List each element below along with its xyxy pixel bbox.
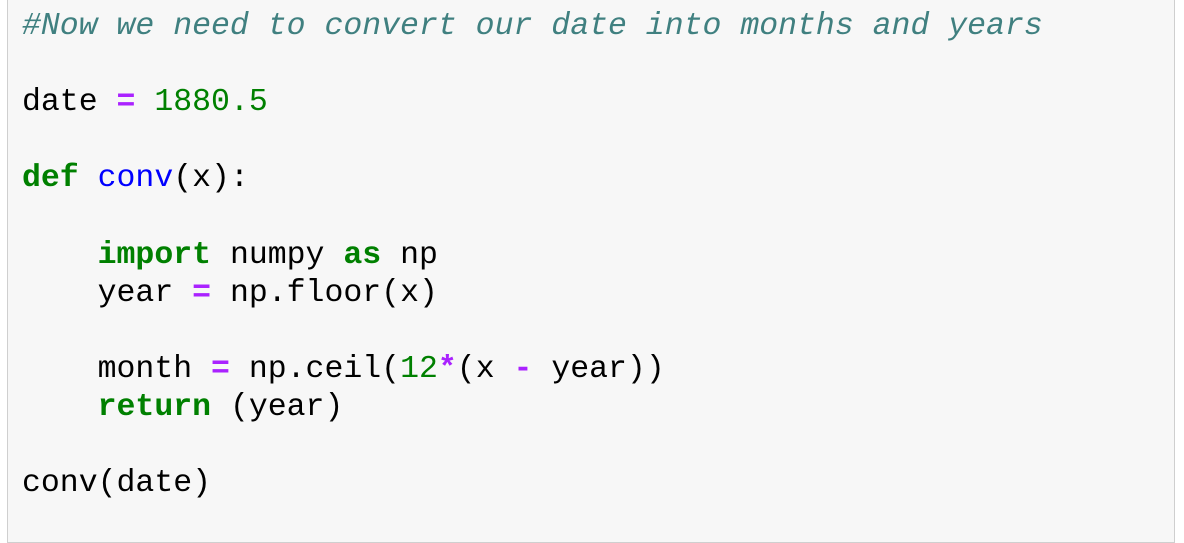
code-text: np.floor(x) bbox=[211, 275, 438, 311]
code-text: conv(date) bbox=[22, 466, 212, 502]
number-literal: 1880.5 bbox=[154, 85, 268, 121]
code-line: return (year) bbox=[22, 389, 1043, 427]
code-line: def conv(x): bbox=[22, 160, 1043, 198]
keyword: as bbox=[343, 237, 382, 273]
code-text: month bbox=[22, 351, 212, 387]
code-text: numpy bbox=[211, 237, 344, 273]
code-text: (x bbox=[456, 351, 514, 387]
code-text: np.ceil( bbox=[229, 351, 401, 387]
keyword: return bbox=[97, 389, 212, 425]
operator: * bbox=[437, 351, 457, 387]
code-line: import numpy as np bbox=[22, 237, 1043, 275]
operator: = bbox=[116, 85, 136, 121]
operator: - bbox=[513, 351, 533, 387]
code-line: date = 1880.5 bbox=[22, 84, 1043, 122]
code-editor[interactable]: #Now we need to convert our date into mo… bbox=[22, 8, 1043, 503]
code-cell[interactable]: #Now we need to convert our date into mo… bbox=[7, 0, 1175, 543]
code-line: year = np.floor(x) bbox=[22, 275, 1043, 313]
code-text: (year) bbox=[211, 389, 344, 425]
keyword: import bbox=[97, 237, 212, 273]
operator: = bbox=[211, 351, 230, 387]
code-text: year bbox=[22, 275, 193, 311]
operator: = bbox=[192, 275, 212, 311]
code-text: np bbox=[381, 237, 438, 273]
code-text: year)) bbox=[532, 351, 665, 387]
function-name: conv bbox=[97, 161, 174, 197]
code-line: month = np.ceil(12*(x - year)) bbox=[22, 351, 1043, 389]
keyword: def bbox=[22, 161, 79, 197]
code-line: #Now we need to convert our date into mo… bbox=[22, 8, 1043, 46]
code-text: date bbox=[22, 85, 117, 121]
number-literal: 12 bbox=[400, 351, 438, 387]
code-text: (x): bbox=[173, 161, 249, 197]
code-comment: #Now we need to convert our date into mo… bbox=[22, 9, 1043, 44]
code-line: conv(date) bbox=[22, 465, 1043, 503]
